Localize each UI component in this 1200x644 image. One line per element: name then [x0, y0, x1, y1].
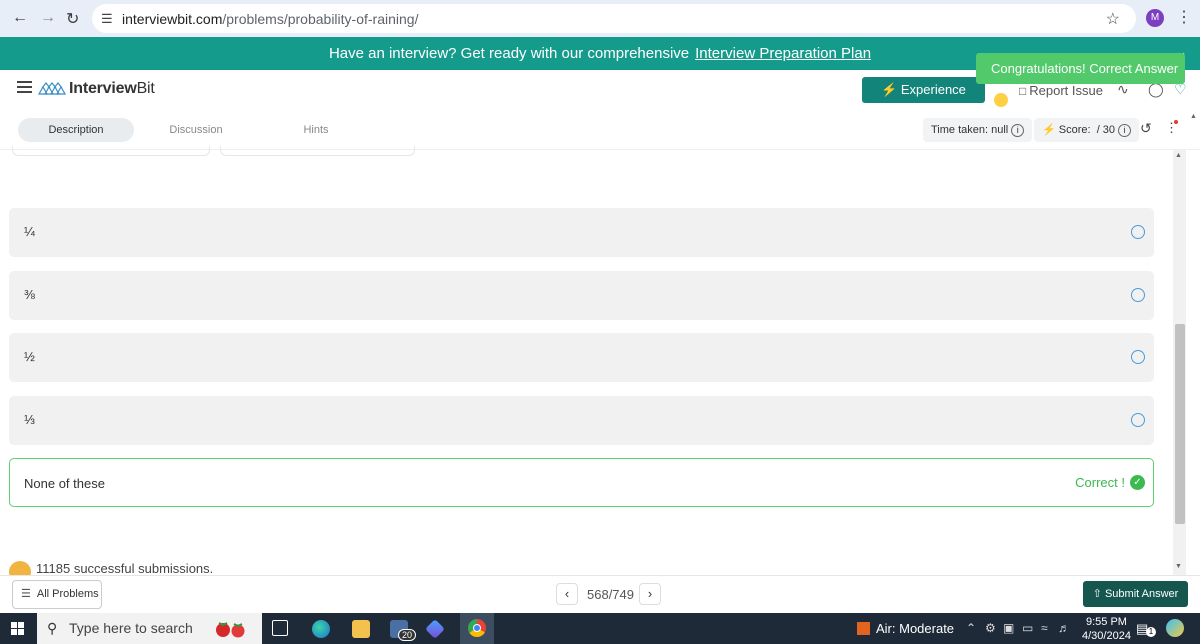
- tab-discussion[interactable]: Discussion: [150, 118, 242, 142]
- list-icon: ☰: [21, 588, 31, 600]
- next-problem-button[interactable]: ›: [639, 583, 661, 605]
- url-text[interactable]: interviewbit.com/problems/probability-of…: [122, 11, 418, 27]
- task-view-icon[interactable]: [272, 620, 288, 636]
- tray-app-icon[interactable]: ▣: [1003, 621, 1014, 635]
- correct-status: Correct !: [1075, 475, 1125, 490]
- weather-widget-icon[interactable]: [1166, 619, 1184, 637]
- answer-option[interactable]: ½: [9, 333, 1154, 382]
- score-badge: ⚡ Score: / 30 i: [1034, 118, 1140, 142]
- emoji-icon: [9, 561, 31, 575]
- wifi-icon[interactable]: ≈: [1041, 621, 1048, 635]
- option-label: ⅜: [24, 287, 35, 302]
- taskbar-search-box[interactable]: ⚲ Type here to search: [37, 613, 262, 644]
- bottom-action-bar: ☰ All Problems ‹ 568/749 › ⇧ Submit Answe…: [0, 575, 1200, 613]
- air-quality-widget[interactable]: Air: Moderate: [857, 621, 954, 636]
- windows-taskbar: ⚲ Type here to search 20 Air: Moderate ⌃…: [0, 613, 1200, 644]
- answer-option[interactable]: ¼: [9, 208, 1154, 257]
- bookmark-star-icon[interactable]: ☆: [1106, 9, 1120, 29]
- file-explorer-icon[interactable]: [352, 620, 370, 638]
- chrome-icon: [468, 619, 486, 637]
- forward-icon[interactable]: →: [40, 9, 56, 27]
- interview-preparation-plan-link[interactable]: Interview Preparation Plan: [695, 45, 871, 62]
- scroll-down-icon[interactable]: ▼: [1175, 563, 1182, 570]
- system-clock[interactable]: 9:55 PM 4/30/2024: [1082, 615, 1131, 643]
- browser-toolbar: ← → ↻ ☰ interviewbit.com/problems/probab…: [0, 0, 1200, 37]
- report-icon: □: [1019, 84, 1027, 98]
- check-circle-icon: ✓: [1130, 475, 1145, 490]
- radio-button[interactable]: [1131, 413, 1145, 427]
- battery-icon[interactable]: ▭: [1022, 621, 1033, 635]
- smiley-icon: [994, 92, 1008, 107]
- card-edge: [220, 146, 415, 156]
- strawberry-icon: [216, 622, 245, 638]
- answer-option-correct[interactable]: None of these Correct ! ✓: [9, 458, 1154, 507]
- volume-icon[interactable]: ♬: [1058, 621, 1070, 635]
- report-issue-button[interactable]: □ Report Issue: [1019, 83, 1103, 98]
- page-scroll-up-icon[interactable]: ▲: [1190, 113, 1197, 120]
- alert-dot: [1174, 120, 1178, 124]
- answer-option[interactable]: ⅓: [9, 396, 1154, 445]
- search-icon: ⚲: [47, 620, 58, 636]
- menu-icon[interactable]: [17, 81, 32, 93]
- radio-button[interactable]: [1131, 350, 1145, 364]
- windows-start-icon[interactable]: [11, 622, 25, 636]
- more-options-icon[interactable]: ⋮: [1165, 120, 1178, 136]
- reload-icon[interactable]: ↻: [66, 9, 79, 29]
- option-label: None of these: [24, 476, 105, 491]
- profile-avatar[interactable]: M: [1146, 9, 1164, 27]
- address-bar[interactable]: ☰ interviewbit.com/problems/probability-…: [92, 4, 1136, 33]
- lightning-icon: ⚡: [1042, 124, 1056, 136]
- tab-hints[interactable]: Hints: [280, 118, 352, 142]
- success-toast: Congratulations! Correct Answer: [976, 53, 1185, 107]
- experience-scaler-button[interactable]: ⚡ Experience Scaler: [862, 77, 985, 123]
- info-icon[interactable]: i: [1118, 124, 1132, 137]
- card-edge: [12, 146, 210, 156]
- back-icon[interactable]: ←: [12, 9, 28, 27]
- interviewbit-logo[interactable]: InterviewBit: [38, 80, 155, 98]
- time-taken-badge: Time taken: null i: [923, 118, 1033, 142]
- banner-text: Have an interview? Get ready with our co…: [328, 45, 690, 62]
- option-label: ½: [24, 349, 35, 364]
- problem-tabs-bar: Description Discussion Hints Time taken:…: [0, 110, 1200, 150]
- site-settings-icon[interactable]: ☰: [101, 11, 113, 27]
- option-label: ⅓: [24, 412, 35, 427]
- option-label: ¼: [24, 224, 35, 239]
- logo-mark-icon: [38, 82, 66, 95]
- notifications-icon[interactable]: ▤ 1: [1136, 621, 1156, 637]
- chrome-taskbar-slot[interactable]: [460, 613, 494, 644]
- previous-problem-button[interactable]: ‹: [556, 583, 578, 605]
- submissions-count: 11185 successful submissions.: [9, 561, 213, 575]
- answer-option[interactable]: ⅜: [9, 271, 1154, 320]
- mail-badge: 20: [398, 629, 417, 641]
- scrollbar-thumb[interactable]: [1175, 324, 1185, 524]
- show-hidden-icons-icon[interactable]: ⌃: [966, 621, 976, 635]
- info-icon[interactable]: i: [1011, 124, 1025, 137]
- radio-button[interactable]: [1131, 225, 1145, 239]
- scroll-up-icon[interactable]: ▲: [1175, 152, 1182, 159]
- tray-app-icon[interactable]: ⚙: [985, 621, 996, 635]
- reset-icon[interactable]: ↺: [1140, 120, 1152, 137]
- tab-description[interactable]: Description: [18, 118, 134, 142]
- radio-button[interactable]: [1131, 288, 1145, 302]
- air-quality-icon: [857, 622, 870, 636]
- app-icon[interactable]: [425, 619, 445, 639]
- submit-answer-button[interactable]: ⇧ Submit Answer: [1083, 581, 1188, 607]
- edge-browser-icon[interactable]: [312, 620, 330, 638]
- problem-counter: 568/749: [587, 587, 634, 602]
- browser-menu-icon[interactable]: ⋮: [1176, 7, 1192, 27]
- all-problems-button[interactable]: ☰ All Problems: [12, 580, 102, 609]
